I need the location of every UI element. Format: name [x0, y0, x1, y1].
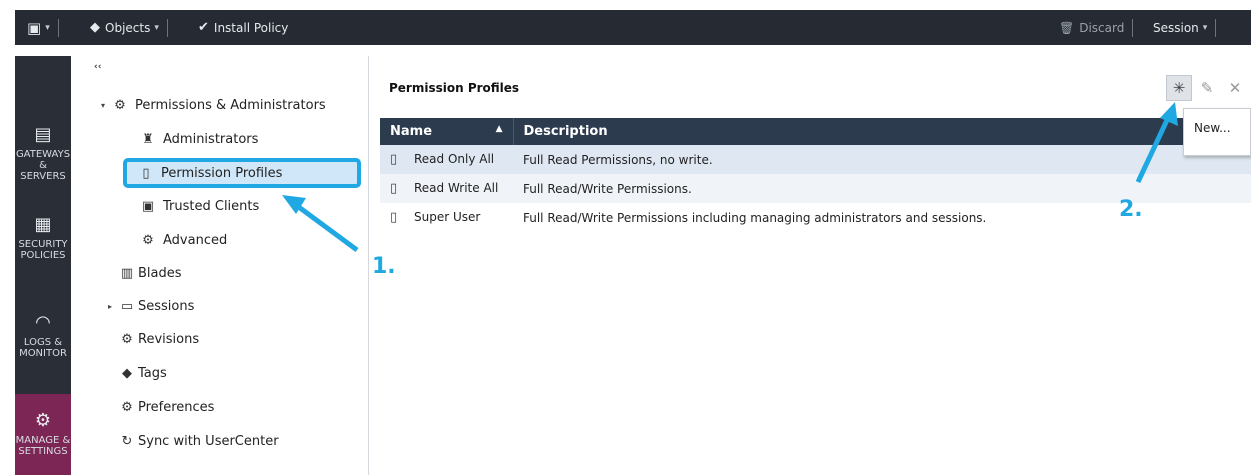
- arrow-step-1: [282, 195, 359, 253]
- annotation-arrows: [282, 102, 1178, 253]
- arrow-step-2: [1135, 102, 1178, 184]
- annotation-step-2: 2.: [1119, 197, 1143, 222]
- annotation-step-1: 1.: [372, 254, 396, 279]
